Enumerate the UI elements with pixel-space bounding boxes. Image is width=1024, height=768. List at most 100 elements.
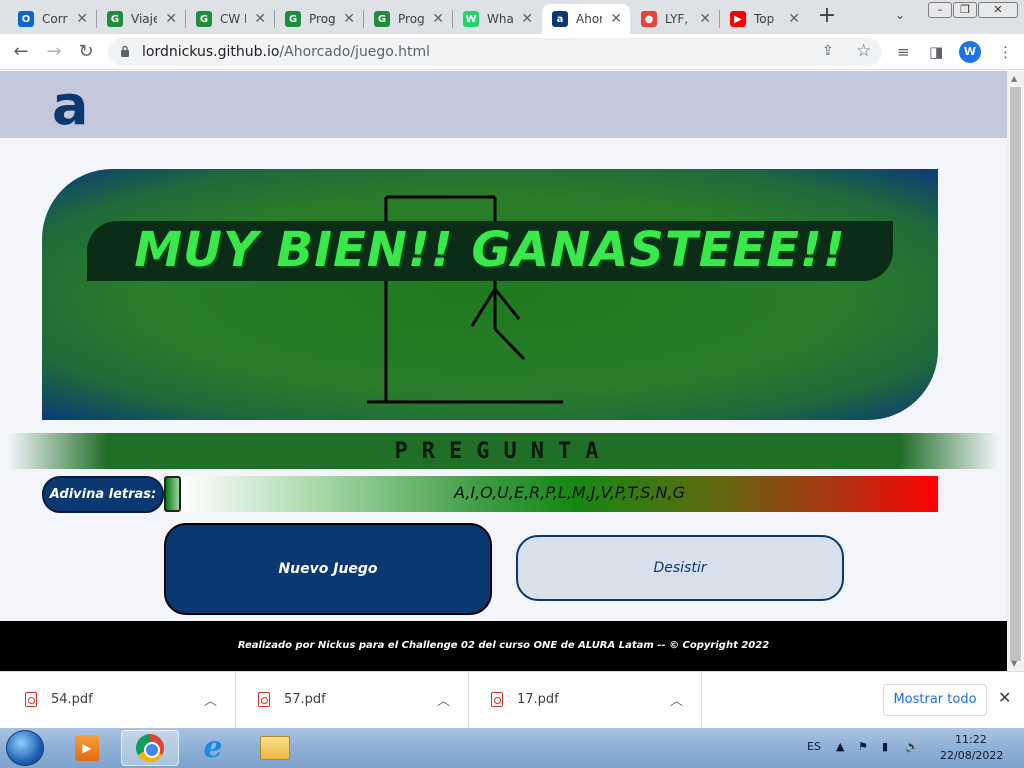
- tab-close-icon[interactable]: ✕: [432, 11, 444, 27]
- folder-icon: [260, 736, 290, 760]
- pdf-icon: [258, 692, 270, 707]
- new-tab-button[interactable]: +: [816, 5, 838, 28]
- scroll-thumb[interactable]: [1010, 87, 1021, 661]
- network-signal-icon[interactable]: ▮: [882, 740, 888, 753]
- language-indicator[interactable]: ES: [807, 740, 821, 753]
- tab-close-icon[interactable]: ✕: [76, 11, 88, 27]
- site-footer: Realizado por Nickus para el Challenge 0…: [0, 621, 1007, 671]
- back-arrow-icon[interactable]: ←: [9, 41, 33, 65]
- menu-kebab-icon[interactable]: ⋮: [998, 43, 1013, 61]
- tab-title: Ahor: [576, 12, 602, 26]
- media-player-app[interactable]: ▶: [58, 730, 116, 766]
- downloads-bar: 54.pdf ︿ 57.pdf ︿ 17.pdf ︿ Mostrar todo …: [0, 671, 1024, 728]
- browser-toolbar: ← → ↻ lordnickus.github.io/Ahorcado/jueg…: [0, 34, 1024, 70]
- browser-tab[interactable]: ▶ Top ✕: [720, 4, 808, 34]
- alura-logo[interactable]: a: [52, 79, 88, 133]
- tab-close-icon[interactable]: ✕: [254, 11, 266, 27]
- download-item[interactable]: 54.pdf ︿: [3, 672, 236, 728]
- clock-date[interactable]: 22/08/2022: [940, 749, 1003, 762]
- bookmark-star-icon[interactable]: ☆: [856, 41, 871, 61]
- sheets-icon: G: [285, 11, 301, 27]
- chevron-up-icon[interactable]: ︿: [437, 690, 450, 709]
- browser-tab[interactable]: G Prog ✕: [275, 4, 363, 34]
- forward-arrow-icon[interactable]: →: [42, 41, 66, 65]
- footer-text: Realizado por Nickus para el Challenge 0…: [237, 640, 770, 651]
- tab-title: Corr: [42, 12, 68, 26]
- chevron-up-icon[interactable]: ︿: [204, 690, 217, 709]
- question-label: PREGUNTA: [394, 439, 613, 464]
- tab-search-chevron-icon[interactable]: ⌄: [895, 8, 905, 22]
- close-window-button[interactable]: ✕: [978, 2, 1018, 18]
- download-filename: 57.pdf: [284, 692, 326, 707]
- tab-title: LYF,: [665, 12, 689, 26]
- browser-tab[interactable]: O Corr ✕: [8, 4, 96, 34]
- restore-window-button[interactable]: ❐: [953, 2, 977, 18]
- tab-close-icon[interactable]: ✕: [165, 11, 177, 27]
- tab-close-icon[interactable]: ✕: [610, 11, 622, 27]
- scroll-down-arrow-icon[interactable]: ▼: [1011, 659, 1017, 668]
- browser-tab[interactable]: G Prog ✕: [364, 4, 452, 34]
- tab-close-icon[interactable]: ✕: [699, 11, 711, 27]
- tab-title: CW I: [220, 12, 246, 26]
- media-player-icon: ▶: [75, 735, 99, 761]
- browser-tab[interactable]: ● LYF, ✕: [631, 4, 719, 34]
- tray-expand-icon[interactable]: ▲: [836, 740, 844, 753]
- reload-icon[interactable]: ↻: [74, 41, 98, 65]
- chevron-up-icon[interactable]: ︿: [670, 690, 683, 709]
- media-queue-icon[interactable]: ≡: [897, 43, 910, 61]
- windows-start-icon[interactable]: [6, 730, 44, 766]
- sheets-icon: G: [107, 11, 123, 27]
- internet-explorer-app[interactable]: e: [184, 730, 242, 766]
- whatsapp-icon: W: [463, 11, 479, 27]
- tab-close-icon[interactable]: ✕: [788, 11, 800, 27]
- letter-input[interactable]: [164, 476, 181, 512]
- tab-close-icon[interactable]: ✕: [521, 11, 533, 27]
- page-viewport: a MUY BIEN!! GANASTEEE!! PREGUNTA Adivin…: [0, 71, 1007, 671]
- tab-title: Prog: [309, 12, 335, 26]
- pdf-icon: [25, 692, 37, 707]
- scroll-up-arrow-icon[interactable]: ▲: [1011, 74, 1017, 83]
- share-icon[interactable]: ⇪: [822, 43, 834, 59]
- url-host: lordnickus.github.io: [142, 44, 280, 60]
- url-text: lordnickus.github.io/Ahorcado/juego.html: [142, 44, 430, 60]
- tab-close-icon[interactable]: ✕: [343, 11, 355, 27]
- show-all-downloads-button[interactable]: Mostrar todo: [883, 684, 987, 716]
- tab-title: Wha: [487, 12, 513, 26]
- action-center-flag-icon[interactable]: ⚑: [858, 740, 868, 753]
- question-bar: PREGUNTA: [8, 433, 999, 469]
- give-up-button[interactable]: Desistir: [516, 535, 844, 601]
- site-header: a: [0, 71, 1007, 138]
- browser-tab[interactable]: a Ahor ✕: [542, 4, 630, 34]
- tab-title: Prog: [398, 12, 424, 26]
- chrome-icon: [136, 734, 164, 762]
- vertical-scrollbar[interactable]: ▲ ▼: [1007, 71, 1024, 671]
- close-icon[interactable]: ✕: [998, 688, 1011, 707]
- sheets-icon: G: [196, 11, 212, 27]
- download-item[interactable]: 17.pdf ︿: [469, 672, 702, 728]
- new-game-button[interactable]: Nuevo Juego: [164, 523, 492, 615]
- address-bar[interactable]: lordnickus.github.io/Ahorcado/juego.html…: [108, 38, 882, 66]
- profile-avatar[interactable]: W: [959, 41, 981, 63]
- browser-tab[interactable]: G CW I ✕: [186, 4, 274, 34]
- download-filename: 54.pdf: [51, 692, 93, 707]
- maps-pin-icon: ●: [641, 11, 657, 27]
- side-panel-icon[interactable]: ◨: [929, 43, 943, 61]
- tab-title: Top: [754, 12, 775, 26]
- minimize-window-button[interactable]: –: [928, 2, 952, 18]
- url-path: /Ahorcado/juego.html: [279, 44, 430, 60]
- browser-tab[interactable]: G Viaje ✕: [97, 4, 185, 34]
- file-explorer-app[interactable]: [246, 730, 304, 766]
- gallows-drawing: [367, 195, 563, 404]
- alura-icon: a: [552, 11, 568, 27]
- chrome-app[interactable]: [121, 730, 179, 766]
- outlook-icon: O: [18, 11, 34, 27]
- browser-tab[interactable]: W Wha ✕: [453, 4, 541, 34]
- tab-title: Viaje: [131, 12, 157, 26]
- hangman-board: MUY BIEN!! GANASTEEE!!: [42, 169, 938, 420]
- lock-icon: [121, 45, 129, 57]
- pdf-icon: [491, 692, 503, 707]
- clock-time[interactable]: 11:22: [955, 733, 987, 746]
- used-letters-text: A,I,O,U,E,R,P,L,M,J,V,P,T,S,N,G: [454, 483, 685, 502]
- download-item[interactable]: 57.pdf ︿: [236, 672, 469, 728]
- speaker-volume-icon[interactable]: 🔊: [905, 740, 919, 753]
